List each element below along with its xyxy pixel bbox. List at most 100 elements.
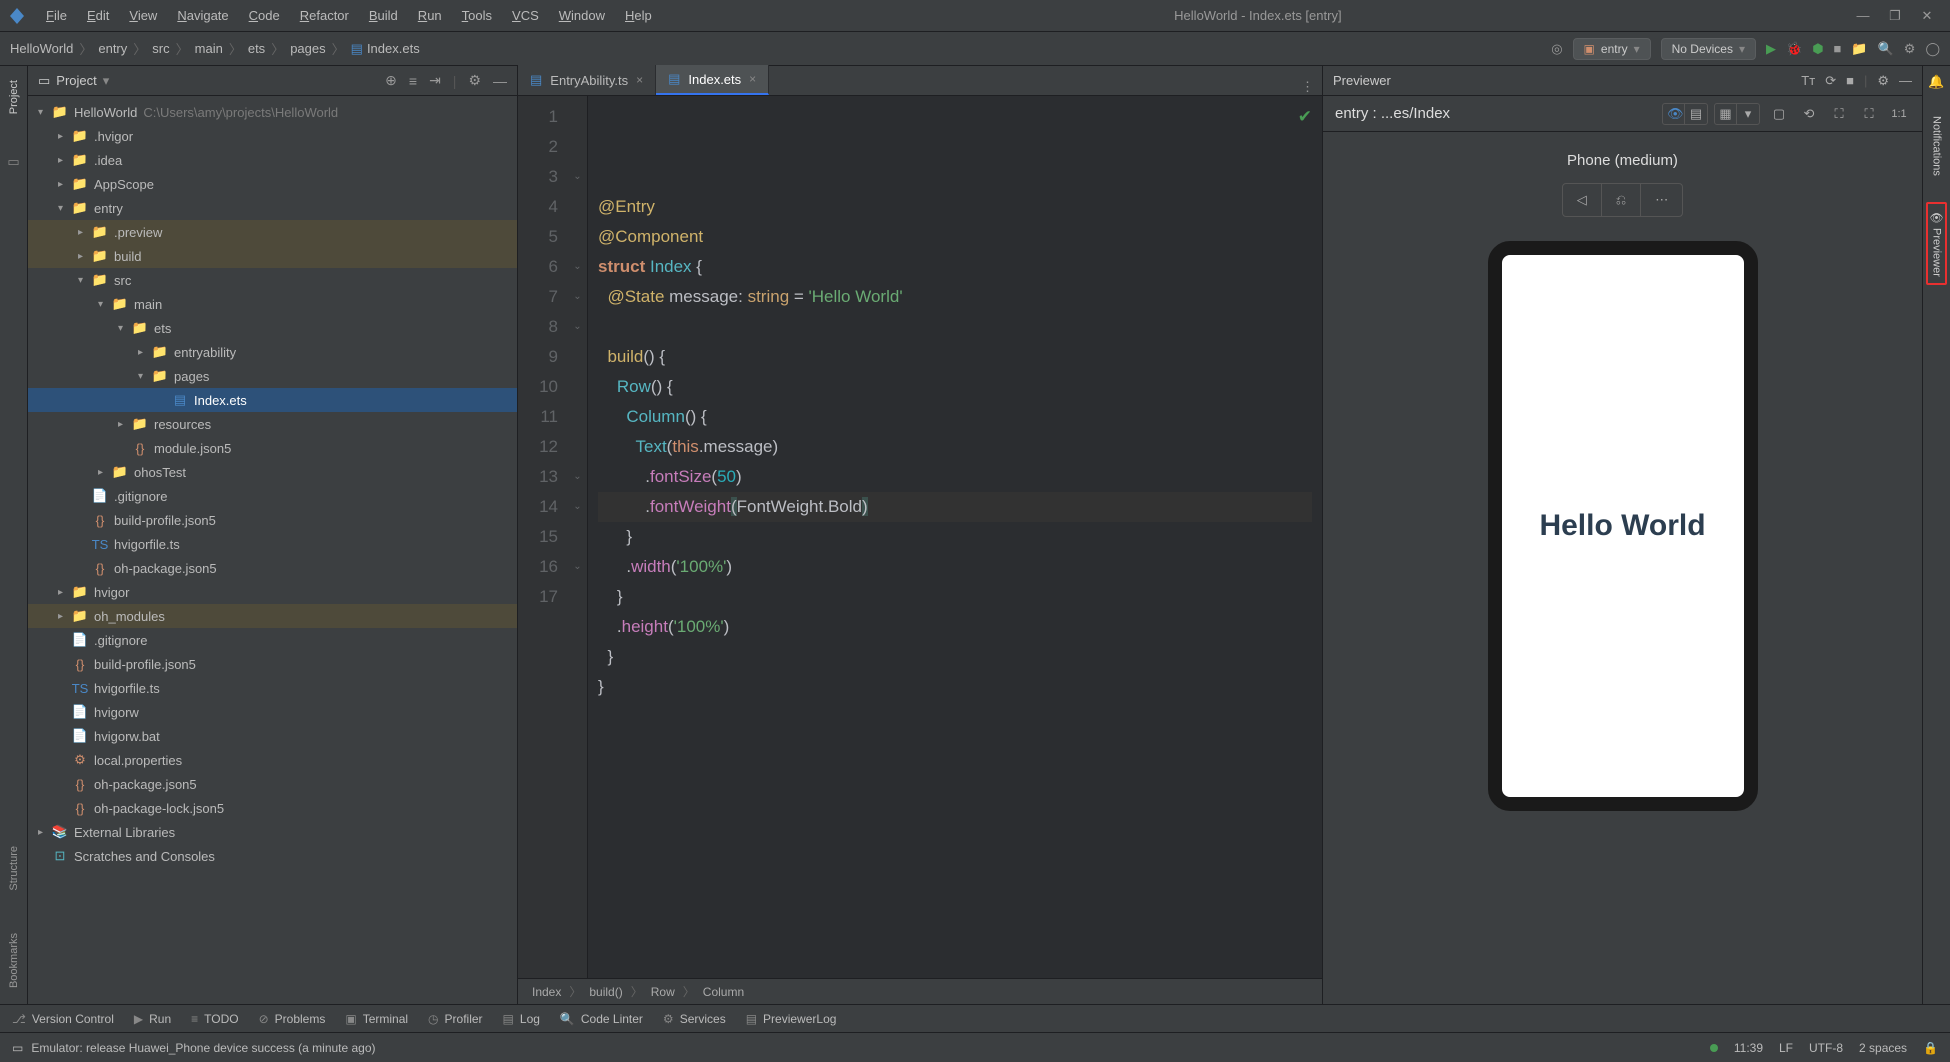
code-content[interactable]: ✔ @Entry@Componentstruct Index { @State … bbox=[588, 96, 1322, 978]
tree-node[interactable]: ▸📁ohosTest bbox=[28, 460, 517, 484]
text-tool-icon[interactable]: Tт bbox=[1801, 73, 1815, 88]
run-config-selector[interactable]: ▣entry▾ bbox=[1573, 38, 1651, 60]
code-breadcrumb-item[interactable]: Row bbox=[651, 985, 675, 999]
tool-profiler[interactable]: ◷Profiler bbox=[428, 1012, 483, 1026]
menu-navigate[interactable]: Navigate bbox=[169, 5, 236, 26]
expand-all-icon[interactable]: ≡ bbox=[409, 73, 417, 89]
menu-vcs[interactable]: VCS bbox=[504, 5, 547, 26]
menu-window[interactable]: Window bbox=[551, 5, 613, 26]
tree-node[interactable]: ▸📁resources bbox=[28, 412, 517, 436]
tree-node[interactable]: ▸📁.preview bbox=[28, 220, 517, 244]
open-folder-icon[interactable]: 📁 bbox=[1851, 41, 1867, 57]
lock-icon[interactable]: 🔒 bbox=[1923, 1041, 1938, 1055]
tool-run[interactable]: ▶Run bbox=[134, 1012, 171, 1026]
tree-node[interactable]: ▾📁pages bbox=[28, 364, 517, 388]
tree-node[interactable]: ▤Index.ets bbox=[28, 388, 517, 412]
tool-problems[interactable]: ⊘Problems bbox=[259, 1012, 326, 1026]
minimize-button[interactable]: — bbox=[1856, 9, 1870, 23]
hide-panel-icon[interactable]: — bbox=[493, 73, 507, 89]
collapse-all-icon[interactable]: ⇥ bbox=[429, 72, 441, 89]
rail-notifications[interactable]: Notifications bbox=[1929, 110, 1945, 182]
tool-services[interactable]: ⚙Services bbox=[663, 1012, 726, 1026]
tree-node[interactable]: 📄.gitignore bbox=[28, 484, 517, 508]
tree-node[interactable]: {}oh-package.json5 bbox=[28, 556, 517, 580]
editor-body[interactable]: 1234567891011121314151617 ⌄ ⌄⌄⌄ ⌄⌄ ⌄ ✔ @… bbox=[518, 96, 1322, 978]
breadcrumb[interactable]: HelloWorld〉entry〉src〉main〉ets〉pages〉▤ In… bbox=[10, 39, 420, 58]
project-panel-title[interactable]: Project bbox=[56, 73, 96, 88]
file-encoding[interactable]: UTF-8 bbox=[1809, 1041, 1843, 1055]
close-tab-icon[interactable]: × bbox=[636, 73, 643, 87]
tool-version-control[interactable]: ⎇Version Control bbox=[12, 1012, 114, 1026]
tree-node[interactable]: ▾📁entry bbox=[28, 196, 517, 220]
stop-icon[interactable]: ■ bbox=[1846, 73, 1854, 88]
editor-tab[interactable]: ▤Index.ets× bbox=[656, 65, 769, 95]
indent-setting[interactable]: 2 spaces bbox=[1859, 1041, 1907, 1055]
menu-file[interactable]: File bbox=[38, 5, 75, 26]
menu-view[interactable]: View bbox=[121, 5, 165, 26]
rotate-icon[interactable]: ⟲ bbox=[1798, 106, 1820, 122]
menu-build[interactable]: Build bbox=[361, 5, 406, 26]
editor-tabs-more-icon[interactable]: ⋮ bbox=[1293, 79, 1322, 95]
hide-preview-icon[interactable]: — bbox=[1899, 73, 1912, 88]
code-breadcrumb-item[interactable]: build() bbox=[589, 985, 622, 999]
code-breadcrumb-item[interactable]: Column bbox=[703, 985, 744, 999]
tree-node[interactable]: 📄hvigorw bbox=[28, 700, 517, 724]
stop-button[interactable]: ■ bbox=[1834, 41, 1842, 56]
tree-node[interactable]: {}oh-package-lock.json5 bbox=[28, 796, 517, 820]
rail-bookmarks[interactable]: Bookmarks bbox=[8, 927, 20, 994]
tool-previewerlog[interactable]: ▤PreviewerLog bbox=[746, 1012, 837, 1026]
tree-node[interactable]: ▸📁.idea bbox=[28, 148, 517, 172]
fold-gutter[interactable]: ⌄ ⌄⌄⌄ ⌄⌄ ⌄ bbox=[568, 96, 588, 978]
refresh-icon[interactable]: ⟳ bbox=[1825, 73, 1836, 89]
panel-settings-icon[interactable]: ⚙ bbox=[468, 72, 481, 89]
tree-node[interactable]: {}build-profile.json5 bbox=[28, 508, 517, 532]
close-button[interactable]: ✕ bbox=[1920, 9, 1934, 23]
editor-tab[interactable]: ▤EntryAbility.ts× bbox=[518, 65, 656, 95]
tree-node[interactable]: {}module.json5 bbox=[28, 436, 517, 460]
target-icon[interactable]: ◎ bbox=[1551, 41, 1562, 57]
inspect-icon[interactable]: 👁 bbox=[1663, 104, 1685, 124]
run-button[interactable]: ▶ bbox=[1766, 41, 1776, 57]
cursor-position[interactable]: 11:39 bbox=[1734, 1041, 1763, 1055]
locate-icon[interactable]: ⊕ bbox=[385, 72, 397, 89]
breadcrumb-item[interactable]: ets bbox=[248, 41, 265, 56]
search-icon[interactable]: 🔍 bbox=[1878, 41, 1894, 57]
device-selector[interactable]: No Devices▾ bbox=[1661, 38, 1756, 60]
tree-node[interactable]: ▾📁src bbox=[28, 268, 517, 292]
rail-structure[interactable]: Structure bbox=[8, 840, 20, 897]
tool-terminal[interactable]: ▣Terminal bbox=[345, 1012, 408, 1026]
scale-label[interactable]: 1:1 bbox=[1888, 108, 1910, 120]
line-separator[interactable]: LF bbox=[1779, 1041, 1793, 1055]
menu-refactor[interactable]: Refactor bbox=[292, 5, 357, 26]
rotate-device-icon[interactable]: ⎌ bbox=[1602, 184, 1641, 216]
debug-button[interactable]: 🐞 bbox=[1786, 41, 1802, 57]
tree-node[interactable]: ▸📁build bbox=[28, 244, 517, 268]
back-button[interactable]: ◁ bbox=[1563, 184, 1602, 216]
tree-node[interactable]: 📄.gitignore bbox=[28, 628, 517, 652]
rail-previewer[interactable]: 👁Previewer bbox=[1926, 202, 1947, 285]
settings-icon[interactable]: ⚙ bbox=[1904, 41, 1916, 57]
tree-node[interactable]: 📄hvigorw.bat bbox=[28, 724, 517, 748]
menu-run[interactable]: Run bbox=[410, 5, 450, 26]
close-tab-icon[interactable]: × bbox=[749, 72, 756, 86]
code-breadcrumb-item[interactable]: Index bbox=[532, 985, 561, 999]
tree-node[interactable]: ▸📁.hvigor bbox=[28, 124, 517, 148]
box-icon[interactable]: ▢ bbox=[1768, 106, 1790, 122]
layers-icon[interactable]: ▤ bbox=[1685, 104, 1707, 124]
tool-log[interactable]: ▤Log bbox=[503, 1012, 540, 1026]
preview-settings-icon[interactable]: ⚙ bbox=[1877, 73, 1889, 89]
tree-node[interactable]: {}oh-package.json5 bbox=[28, 772, 517, 796]
breadcrumb-item[interactable]: HelloWorld bbox=[10, 41, 73, 56]
screenshot-icon[interactable]: ⛶ bbox=[1828, 106, 1850, 122]
grid-icon[interactable]: ▦ bbox=[1715, 104, 1737, 124]
project-tree[interactable]: ▾📁HelloWorldC:\Users\amy\projects\HelloW… bbox=[28, 96, 517, 1004]
tree-node[interactable]: ▸📚External Libraries bbox=[28, 820, 517, 844]
tool-todo[interactable]: ≡TODO bbox=[191, 1012, 238, 1026]
chevron-down-icon[interactable]: ▾ bbox=[1737, 104, 1759, 124]
tree-node[interactable]: ▸📁hvigor bbox=[28, 580, 517, 604]
breadcrumb-item[interactable]: entry bbox=[98, 41, 127, 56]
tree-node[interactable]: ▾📁HelloWorldC:\Users\amy\projects\HelloW… bbox=[28, 100, 517, 124]
breadcrumb-item[interactable]: pages bbox=[290, 41, 325, 56]
fullscreen-icon[interactable]: ⛶ bbox=[1858, 106, 1880, 122]
menu-help[interactable]: Help bbox=[617, 5, 660, 26]
